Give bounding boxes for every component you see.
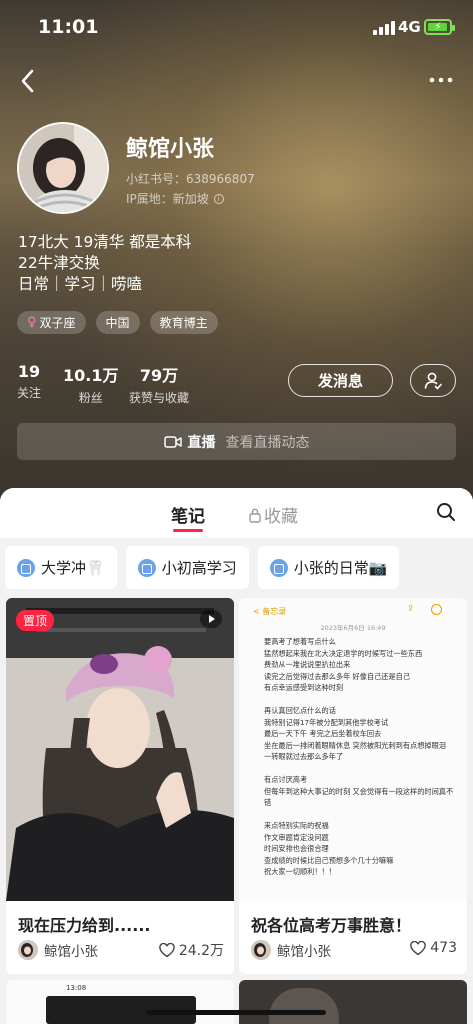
note-card[interactable]: < 备忘录 ⇪ 2023年6月6日 16:49 要高考了想着写点什么 猛然想起来… <box>239 598 467 974</box>
author-name: 鲸馆小张 <box>277 944 331 960</box>
bio-line: 17北大 19清华 都是本科 <box>18 233 192 251</box>
note-title: 祝各位高考万事胜意！ <box>251 916 412 935</box>
collection-item[interactable]: 小初高学习 <box>125 546 249 589</box>
more-icon <box>431 604 442 615</box>
stat-followers[interactable]: 10.1万 粉丝 <box>63 362 118 406</box>
collection-label: 小张的日常📷 <box>293 559 388 577</box>
like-count: 24.2万 <box>178 943 224 959</box>
profile-header: 11:01 4G ⚡ 鲸馆小张 小红书号：638966807 IP属地：新加坡 … <box>0 0 473 500</box>
stat-following[interactable]: 19 关注 <box>17 362 41 401</box>
lock-icon <box>249 508 261 523</box>
note-card[interactable]: 置顶 现在压力给到...... 鲸馆小张 24.2万 <box>6 598 234 974</box>
preview-time: 13:08 <box>66 984 87 992</box>
profile-tags: ♀ 双子座 中国 教育博主 <box>17 311 218 334</box>
red-id[interactable]: 小红书号：638966807 <box>126 170 255 187</box>
signal-icon <box>373 21 395 35</box>
memo-text: 要高考了想着写点什么 猛然想起来我在北大决定退学的时候写过一些东西 费劲从一堆说… <box>264 637 454 876</box>
ip-location-row: IP属地：新加坡 i <box>126 190 224 207</box>
note-author[interactable]: 鲸馆小张 <box>18 940 98 960</box>
tag-label: 教育博主 <box>159 316 208 330</box>
avatar[interactable] <box>17 122 109 214</box>
follow-button[interactable] <box>410 364 456 397</box>
stat-value: 19 <box>17 362 41 381</box>
stat-value: 79万 <box>139 366 179 385</box>
tab-favorites[interactable]: 收藏 <box>248 502 298 527</box>
nickname: 鲸馆小张 <box>126 137 215 162</box>
female-icon: ♀ <box>27 315 37 330</box>
tab-bar: 笔记 收藏 <box>0 488 473 538</box>
collection-item[interactable]: 大学冲🦷 <box>5 546 117 589</box>
ip-location: IP属地：新加坡 <box>126 192 209 206</box>
more-dots-icon <box>429 77 453 83</box>
memo-date: 2023年6月6日 16:49 <box>320 624 386 632</box>
more-button[interactable] <box>426 68 456 92</box>
heart-icon <box>159 942 175 957</box>
bio-line: 22牛津交换 <box>18 254 100 272</box>
note-author[interactable]: 鲸馆小张 <box>251 940 331 960</box>
author-avatar <box>251 940 271 960</box>
note-card[interactable] <box>239 980 467 1024</box>
bio-line: 日常｜学习｜唠嗑 <box>18 275 143 293</box>
like-button[interactable]: 24.2万 <box>159 940 224 960</box>
stat-label: 获赞与收藏 <box>129 391 190 405</box>
next-row-preview: 13:08 <box>0 980 473 1024</box>
note-cover-image: 置顶 <box>6 598 234 901</box>
collection-list: 大学冲🦷 小初高学习 小张的日常📷 <box>5 546 400 589</box>
collection-label: 小初高学习 <box>161 559 237 577</box>
collection-icon <box>17 558 35 577</box>
video-camera-icon <box>163 435 182 448</box>
tag-label: 双子座 <box>39 316 76 330</box>
video-play-icon <box>200 610 222 628</box>
network-label: 4G <box>398 18 421 36</box>
tag-category[interactable]: 教育博主 <box>149 311 218 334</box>
search-button[interactable] <box>436 502 456 526</box>
note-cover-memo: < 备忘录 ⇪ 2023年6月6日 16:49 要高考了想着写点什么 猛然想起来… <box>239 598 467 901</box>
home-indicator[interactable] <box>146 1010 326 1015</box>
like-button[interactable]: 473 <box>410 940 457 956</box>
avatar-image <box>19 124 107 212</box>
pinned-badge: 置顶 <box>16 610 55 631</box>
note-title: 现在压力给到...... <box>18 916 151 935</box>
live-subtitle: 查看直播动态 <box>225 434 310 451</box>
tag-label: 中国 <box>105 316 130 330</box>
stat-value: 10.1万 <box>63 366 119 385</box>
like-count: 473 <box>430 940 457 956</box>
tab-favorites-label: 收藏 <box>264 507 298 527</box>
status-bar: 11:01 4G ⚡ <box>0 0 473 50</box>
back-button[interactable] <box>14 64 44 98</box>
live-title: 直播 <box>187 434 216 451</box>
collection-label: 大学冲🦷 <box>41 559 105 577</box>
content-panel: 笔记 收藏 大学冲🦷 小初高学习 小张的日常📷 置顶 现在压力给到...... … <box>0 488 473 1024</box>
collection-icon <box>269 558 288 577</box>
tag-zodiac: ♀ 双子座 <box>17 311 86 334</box>
tag-region: 中国 <box>95 311 140 334</box>
battery-icon: ⚡ <box>424 19 455 35</box>
search-icon <box>437 503 455 521</box>
send-message-button[interactable]: 发消息 <box>288 364 393 397</box>
author-name: 鲸馆小张 <box>44 944 98 960</box>
author-avatar <box>18 940 38 960</box>
note-card[interactable]: 13:08 <box>6 980 234 1024</box>
stat-likes-collects[interactable]: 79万 获赞与收藏 <box>129 362 189 406</box>
collection-item[interactable]: 小张的日常📷 <box>257 546 400 589</box>
tab-notes[interactable]: 笔记 <box>171 502 205 532</box>
user-follow-icon <box>424 372 442 389</box>
chevron-left-icon <box>21 69 34 93</box>
memo-back-label: < 备忘录 <box>253 607 287 616</box>
share-icon: ⇪ <box>407 604 415 614</box>
status-time: 11:01 <box>38 16 99 38</box>
live-entry[interactable]: 直播 查看直播动态 <box>17 423 456 460</box>
stat-label: 粉丝 <box>78 391 103 405</box>
info-icon[interactable]: i <box>213 193 224 204</box>
collection-icon <box>137 558 156 577</box>
stat-label: 关注 <box>17 386 42 400</box>
heart-icon <box>410 940 427 955</box>
bio: 17北大 19清华 都是本科 22牛津交换 日常｜学习｜唠嗑 <box>18 232 191 295</box>
